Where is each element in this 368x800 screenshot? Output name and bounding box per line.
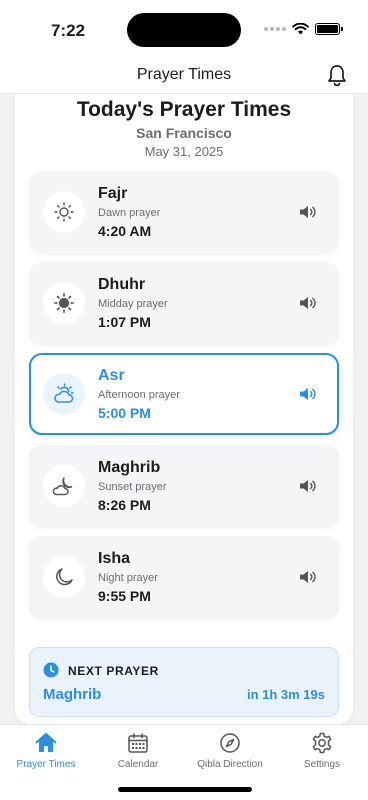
next-prayer-countdown: in 1h 3m 19s — [246, 687, 325, 702]
nav-title: Prayer Times — [136, 66, 232, 83]
tab-calendar[interactable]: Calendar — [92, 731, 184, 770]
tab-label: Calendar — [117, 759, 159, 770]
tab-qibla-direction[interactable]: Qibla Direction — [184, 731, 276, 770]
prayer-time: 8:26 PM — [98, 497, 151, 513]
prayer-description: Afternoon prayer — [98, 389, 180, 401]
prayer-time: 9:55 PM — [98, 588, 151, 604]
tab-label: Prayer Times — [16, 759, 76, 770]
prayer-name: Asr — [98, 367, 125, 384]
next-prayer-label: NEXT PRAYER — [68, 664, 159, 678]
prayer-description: Midday prayer — [98, 298, 168, 310]
bell-icon[interactable] — [326, 63, 348, 87]
tab-label: Settings — [303, 759, 341, 770]
prayer-name: Maghrib — [98, 459, 161, 476]
calendar-icon — [128, 733, 148, 753]
wifi-icon — [292, 23, 309, 35]
speaker-icon[interactable] — [299, 204, 317, 220]
prayer-description: Sunset prayer — [98, 481, 167, 493]
prayer-card-fajr[interactable]: Fajr Dawn prayer 4:20 AM — [29, 171, 339, 253]
battery-icon — [315, 23, 343, 35]
sun-icon — [43, 282, 85, 324]
clock-icon — [43, 662, 59, 678]
tab-prayer-times[interactable]: Prayer Times — [0, 731, 92, 770]
speaker-icon[interactable] — [299, 386, 317, 402]
moon-icon — [43, 556, 85, 598]
next-prayer-banner: NEXT PRAYER Maghrib in 1h 3m 19s — [29, 647, 339, 717]
tab-settings[interactable]: Settings — [276, 731, 368, 770]
next-prayer-name: Maghrib — [43, 686, 102, 703]
compass-icon — [220, 733, 240, 753]
speaker-icon[interactable] — [299, 295, 317, 311]
prayer-card-isha[interactable]: Isha Night prayer 9:55 PM — [29, 536, 339, 618]
speaker-icon[interactable] — [299, 569, 317, 585]
prayer-times-card: Today's Prayer Times San Francisco May 3… — [15, 94, 353, 724]
prayer-name: Dhuhr — [98, 276, 146, 293]
prayer-name: Isha — [98, 550, 131, 567]
status-time: 7:22 — [51, 21, 86, 40]
prayer-description: Night prayer — [98, 572, 158, 584]
status-icons — [264, 23, 343, 35]
home-icon — [35, 733, 57, 752]
prayer-description: Dawn prayer — [98, 207, 161, 219]
prayer-time: 5:00 PM — [98, 405, 151, 421]
prayer-card-asr[interactable]: Asr Afternoon prayer 5:00 PM — [29, 353, 339, 435]
status-bar: 7:22 — [0, 0, 368, 58]
prayer-name: Fajr — [98, 185, 128, 202]
signal-icon — [264, 27, 286, 31]
dynamic-island — [127, 13, 241, 47]
prayer-card-maghrib[interactable]: Maghrib Sunset prayer 8:26 PM — [29, 445, 339, 527]
gear-icon — [312, 732, 332, 754]
city-label: San Francisco — [136, 125, 232, 141]
date-label: May 31, 2025 — [144, 144, 224, 159]
sunrise-icon — [43, 191, 85, 233]
home-indicator — [118, 787, 252, 792]
page-title: Today's Prayer Times — [76, 98, 292, 121]
prayer-card-dhuhr[interactable]: Dhuhr Midday prayer 1:07 PM — [29, 262, 339, 344]
tab-label: Qibla Direction — [197, 759, 263, 770]
speaker-icon[interactable] — [299, 478, 317, 494]
cloud-sun-icon — [43, 373, 85, 415]
nav-bar: Prayer Times — [0, 58, 368, 94]
prayer-time: 1:07 PM — [98, 314, 151, 330]
cloud-moon-icon — [43, 465, 85, 507]
prayer-time: 4:20 AM — [98, 223, 152, 239]
